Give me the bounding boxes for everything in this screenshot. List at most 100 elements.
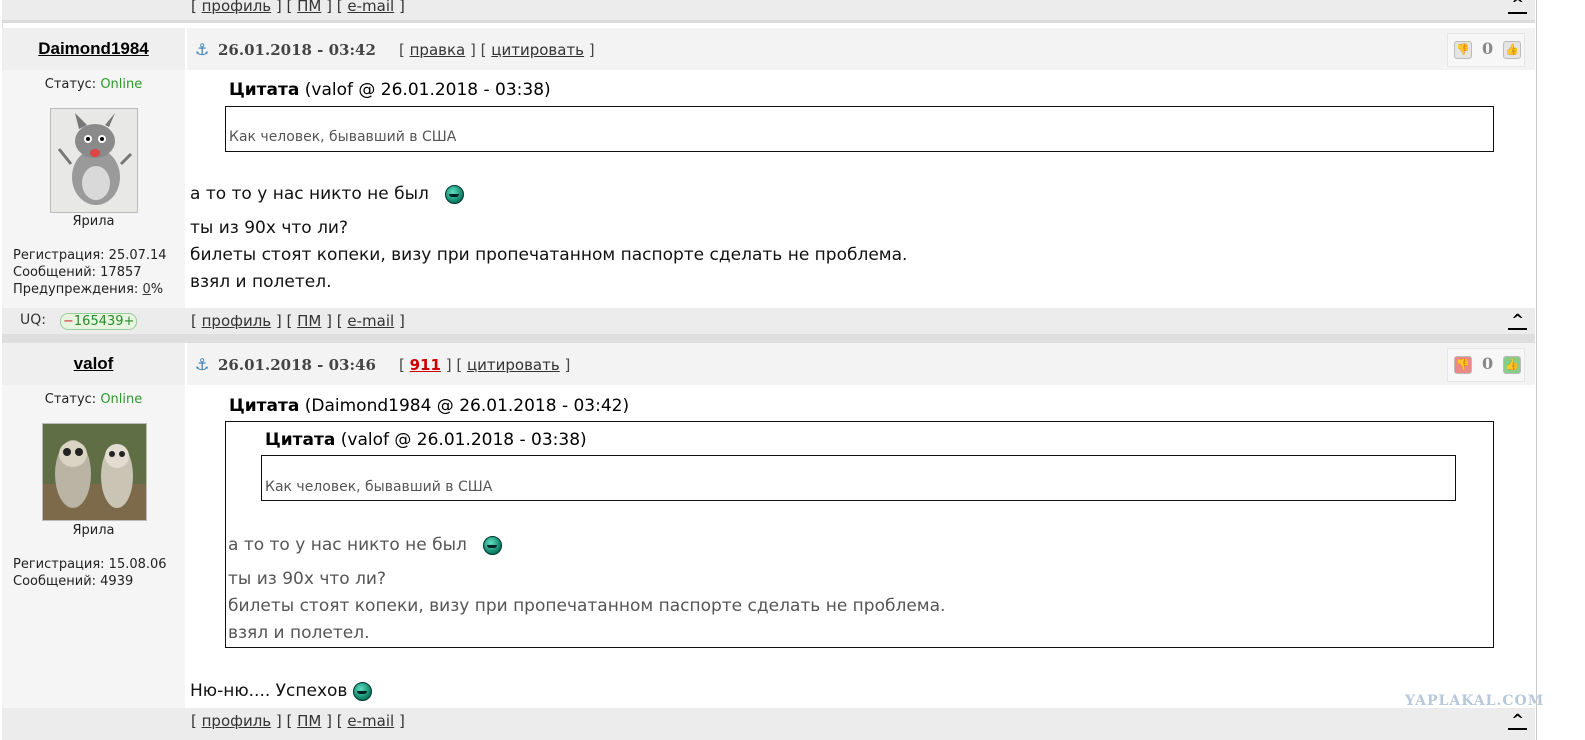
warnings: Предупреждения: 0%	[13, 281, 167, 298]
warnings-link[interactable]: 0	[142, 282, 150, 297]
quoted-line: а то то у нас никто не был	[228, 535, 467, 555]
post-body: Цитата (valof @ 26.01.2018 - 03:38) Как …	[187, 70, 1535, 308]
quote-label: Цитата	[265, 430, 336, 450]
vote-widget: 👎 0 👍	[1447, 348, 1525, 382]
post-line: Ню-ню.... Успехов	[190, 681, 348, 701]
status-label: Статус:	[44, 392, 97, 407]
post-header: Daimond1984 ⚓ 26.01.2018 - 03:42 [ правк…	[2, 28, 1535, 70]
pm-link[interactable]: ПМ	[297, 712, 321, 730]
quote-source: (Daimond1984 @ 26.01.2018 - 03:42)	[304, 396, 630, 416]
author-link[interactable]: valof	[74, 354, 114, 373]
nested-quote-box: Как человек, бывавший в США	[261, 455, 1456, 501]
author-link[interactable]: Daimond1984	[38, 39, 149, 58]
warnings-unit: %	[150, 282, 164, 297]
status-online: Online	[100, 77, 143, 92]
post-date: 26.01.2018 - 03:42	[218, 41, 376, 59]
quote-link[interactable]: цитировать	[467, 356, 560, 374]
thumbs-down-icon[interactable]: 👎	[1454, 41, 1472, 59]
smiley-icon	[445, 184, 465, 204]
user-meta: Регистрация: 25.07.14 Сообщений: 17857 П…	[13, 247, 167, 298]
site-watermark: YAPLAKAL.COM	[1405, 693, 1545, 709]
scroll-top-button[interactable]: ^	[1508, 712, 1527, 730]
quote-label: Цитата	[229, 396, 300, 416]
smiley-icon	[483, 535, 503, 555]
pm-link[interactable]: ПМ	[297, 312, 321, 330]
nested-quote-header: Цитата (valof @ 26.01.2018 - 03:38)	[265, 430, 587, 450]
post-line: ты из 90х что ли?	[190, 218, 349, 238]
registration-date: Регистрация: 15.08.06	[13, 557, 167, 572]
post-text: Ню-ню.... Успехов	[190, 678, 372, 705]
uq-value: 165439	[73, 314, 124, 329]
registration-date: Регистрация: 25.07.14	[13, 248, 167, 263]
smiley-icon	[352, 681, 372, 701]
anchor-icon[interactable]: ⚓	[195, 355, 209, 374]
separator	[2, 20, 1535, 23]
prev-post-footer: [ профиль ] [ ПМ ] [ e-mail ] ^	[2, 0, 1535, 20]
post-date: 26.01.2018 - 03:46	[218, 356, 376, 374]
post-line: билеты стоят копеки, визу при пропечатан…	[190, 245, 908, 265]
uq-rating[interactable]: −165439+	[60, 313, 138, 330]
quote-box: Цитата (valof @ 26.01.2018 - 03:38) Как …	[225, 421, 1494, 648]
post-header-info: ⚓ 26.01.2018 - 03:42 [ правка ] [ цитиро…	[185, 28, 1535, 70]
minus-icon[interactable]: −	[63, 314, 74, 329]
profile-link[interactable]: профиль	[202, 712, 272, 730]
message-count: Сообщений: 17857	[13, 265, 142, 280]
quote-text: Как человек, бывавший в США	[229, 129, 457, 145]
thumbs-up-icon[interactable]: 👍	[1503, 356, 1521, 374]
quote-header: Цитата (Daimond1984 @ 26.01.2018 - 03:42…	[229, 396, 629, 416]
author-cell: Daimond1984	[2, 28, 185, 70]
profile-link[interactable]: профиль	[202, 0, 272, 15]
user-meta: Регистрация: 15.08.06 Сообщений: 4939	[13, 556, 167, 590]
author-sidebar: Статус: Online Ярила Регистрация: 25.07.…	[2, 70, 185, 308]
thumbs-up-icon[interactable]: 👍	[1503, 41, 1521, 59]
plus-icon[interactable]: +	[124, 314, 135, 329]
scroll-top-button[interactable]: ^	[1508, 312, 1527, 330]
email-link[interactable]: e-mail	[347, 712, 394, 730]
report-911-link[interactable]: 911	[410, 356, 441, 374]
status-line: Статус: Online	[2, 392, 185, 407]
quote-link[interactable]: цитировать	[491, 41, 584, 59]
edit-link[interactable]: правка	[410, 41, 466, 59]
quoted-line: ты из 90х что ли?	[228, 569, 387, 589]
post-body: Цитата (Daimond1984 @ 26.01.2018 - 03:42…	[187, 385, 1535, 708]
vote-count: 0	[1482, 39, 1494, 58]
post-footer: [ профиль ] [ ПМ ] [ e-mail ] ^	[2, 708, 1535, 740]
post-actions: [ правка ] [ цитировать ]	[399, 41, 595, 59]
pm-link[interactable]: ПМ	[297, 0, 321, 15]
status-online: Online	[100, 392, 143, 407]
quote-header: Цитата (valof @ 26.01.2018 - 03:38)	[229, 80, 551, 100]
email-link[interactable]: e-mail	[347, 0, 394, 15]
status-label: Статус:	[44, 77, 97, 92]
quote-text: Как человек, бывавший в США	[265, 479, 493, 495]
post-line: а то то у нас никто не был	[190, 184, 429, 204]
uq-label: UQ:	[20, 312, 46, 328]
separator	[2, 334, 1535, 343]
quoted-line: взял и полетел.	[228, 623, 370, 643]
quote-source: (valof @ 26.01.2018 - 03:38)	[304, 80, 551, 100]
post-actions: [ 911 ] [ цитировать ]	[399, 356, 571, 374]
vote-count: 0	[1482, 354, 1494, 373]
user-rank: Ярила	[72, 523, 115, 538]
author-cell: valof	[2, 343, 185, 385]
thumbs-down-icon[interactable]: 👎	[1454, 356, 1472, 374]
post-header-info: ⚓ 26.01.2018 - 03:46 [ 911 ] [ цитироват…	[185, 343, 1535, 385]
scroll-top-button[interactable]: ^	[1508, 0, 1527, 14]
anchor-icon[interactable]: ⚓	[195, 40, 209, 59]
quote-box: Как человек, бывавший в США	[225, 106, 1494, 152]
profile-link[interactable]: профиль	[202, 312, 272, 330]
quoted-line: билеты стоят копеки, визу при пропечатан…	[228, 596, 946, 616]
warnings-label: Предупреждения:	[13, 282, 139, 297]
email-link[interactable]: e-mail	[347, 312, 394, 330]
vote-widget: 👎 0 👍	[1447, 33, 1525, 67]
post-footer: UQ: −165439+ [ профиль ] [ ПМ ] [ e-mail…	[2, 308, 1535, 334]
status-line: Статус: Online	[2, 77, 185, 92]
avatar[interactable]	[50, 108, 138, 213]
avatar[interactable]	[42, 423, 147, 521]
quoted-text: а то то у нас никто не был ты из 90х что…	[228, 532, 945, 647]
post-line: взял и полетел.	[190, 272, 332, 292]
message-count: Сообщений: 4939	[13, 574, 134, 589]
quote-source: (valof @ 26.01.2018 - 03:38)	[340, 430, 587, 450]
post-text: а то то у нас никто не был ты из 90х что…	[190, 181, 907, 296]
quote-label: Цитата	[229, 80, 300, 100]
author-sidebar: Статус: Online Ярила Регистрация: 15.08.…	[2, 385, 185, 708]
